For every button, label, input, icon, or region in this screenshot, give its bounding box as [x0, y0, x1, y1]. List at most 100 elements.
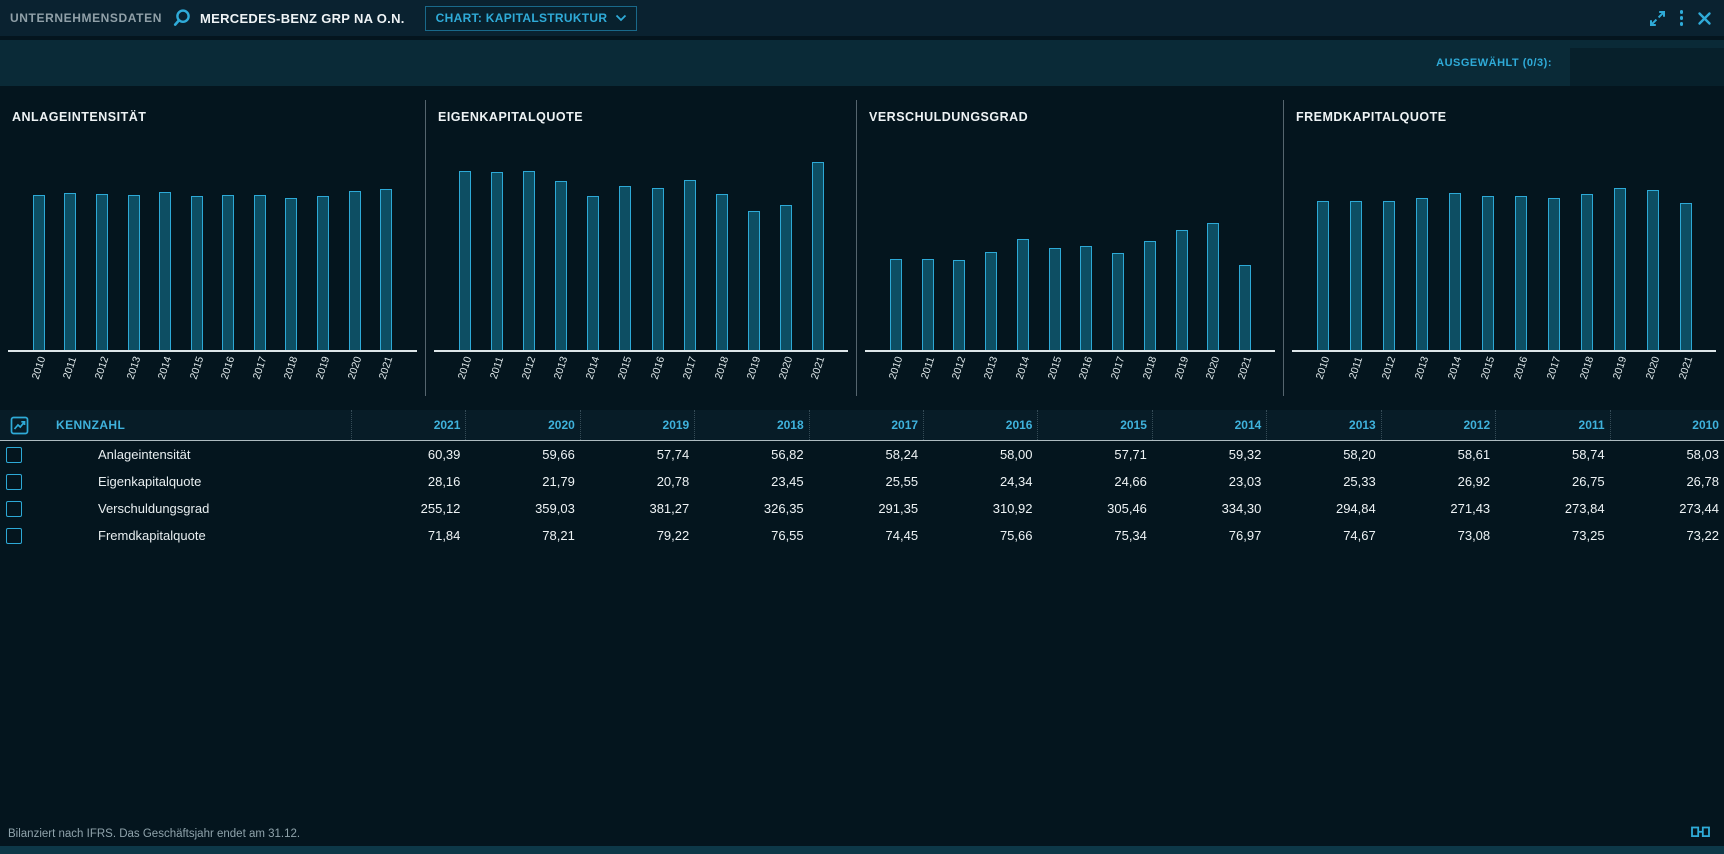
chart-pane-eigenkapitalquote: EIGENKAPITALQUOTE20102011201220132014201… — [425, 100, 856, 396]
x-axis-year-label: 2014 — [1011, 347, 1035, 389]
bar-2021[interactable] — [812, 162, 824, 350]
year-column-header: 2018 — [694, 410, 808, 440]
x-axis-year-label: 2019 — [742, 347, 766, 389]
bar-2021[interactable] — [1680, 203, 1692, 350]
table-row: Anlageintensität60,3959,6657,7456,8258,2… — [0, 441, 1724, 468]
bar-2016[interactable] — [652, 188, 664, 350]
bar-2011[interactable] — [64, 193, 76, 350]
bar-2017[interactable] — [1548, 198, 1560, 350]
year-column-header: 2011 — [1495, 410, 1609, 440]
bar-2013[interactable] — [555, 181, 567, 350]
year-column-header: 2015 — [1037, 410, 1151, 440]
x-axis-year-label: 2014 — [581, 347, 605, 389]
row-checkbox[interactable] — [6, 528, 22, 544]
bar-2010[interactable] — [33, 195, 45, 350]
chart-type-dropdown[interactable]: CHART: KAPITALSTRUKTUR — [425, 6, 638, 31]
bar-2010[interactable] — [890, 259, 902, 350]
bar-2021[interactable] — [380, 189, 392, 350]
x-axis-year-label: 2018 — [710, 347, 734, 389]
bar-2018[interactable] — [716, 194, 728, 350]
bar-2016[interactable] — [222, 195, 234, 350]
bar-2019[interactable] — [1614, 188, 1626, 350]
year-column-header: 2020 — [465, 410, 579, 440]
link-compare-icon[interactable] — [1691, 826, 1710, 838]
bar-2015[interactable] — [1049, 248, 1061, 350]
bar-2014[interactable] — [1449, 193, 1461, 350]
x-axis-year-label: 2010 — [27, 347, 51, 389]
selection-bar: AUSGEWÄHLT (0/3): — [0, 40, 1724, 86]
metric-value-cell: 74,45 — [809, 528, 923, 543]
bar-2016[interactable] — [1080, 246, 1092, 350]
bar-2019[interactable] — [748, 211, 760, 350]
bar-2010[interactable] — [459, 171, 471, 350]
bar-2014[interactable] — [1017, 239, 1029, 350]
x-axis-year-label: 2017 — [1542, 347, 1566, 389]
x-axis-year-label: 2013 — [549, 347, 573, 389]
trend-chart-icon[interactable] — [10, 416, 56, 435]
bar-2012[interactable] — [523, 171, 535, 350]
bar-2014[interactable] — [159, 192, 171, 350]
x-axis-year-label: 2019 — [1170, 347, 1194, 389]
row-checkbox[interactable] — [6, 501, 22, 517]
bar-2015[interactable] — [619, 186, 631, 350]
year-column-header: 2014 — [1152, 410, 1266, 440]
bar-2011[interactable] — [922, 259, 934, 350]
bar-2011[interactable] — [1350, 201, 1362, 350]
chart-pane-fremdkapitalquote: FREMDKAPITALQUOTE20102011201220132014201… — [1283, 100, 1724, 396]
expand-icon[interactable] — [1649, 10, 1666, 27]
metric-value-cell: 20,78 — [580, 474, 694, 489]
bar-2013[interactable] — [985, 252, 997, 350]
close-icon[interactable] — [1697, 11, 1712, 26]
bar-2020[interactable] — [1647, 190, 1659, 350]
row-checkbox[interactable] — [6, 447, 22, 463]
bar-2014[interactable] — [587, 196, 599, 350]
bar-2019[interactable] — [317, 196, 329, 350]
bar-2020[interactable] — [1207, 223, 1219, 350]
chart-title: ANLAGEINTENSITÄT — [12, 110, 146, 124]
bar-2020[interactable] — [780, 205, 792, 350]
x-axis-year-label: 2021 — [374, 347, 398, 389]
bar-2016[interactable] — [1515, 196, 1527, 350]
bar-2012[interactable] — [96, 194, 108, 350]
row-checkbox[interactable] — [6, 474, 22, 490]
search-icon[interactable] — [172, 8, 192, 28]
bar-2018[interactable] — [1581, 194, 1593, 350]
bottom-strip — [0, 846, 1724, 854]
row-checkbox-cell — [0, 474, 56, 490]
x-axis-year-label: 2015 — [1476, 347, 1500, 389]
bar-2017[interactable] — [254, 195, 266, 350]
chart-pane-verschuldungsgrad: VERSCHULDUNGSGRAD20102011201220132014201… — [856, 100, 1283, 396]
x-axis-labels: 2010201120122013201420152016201720182019… — [8, 354, 417, 394]
bar-2012[interactable] — [1383, 201, 1395, 350]
x-axis-year-label: 2012 — [1377, 347, 1401, 389]
bar-2019[interactable] — [1176, 230, 1188, 350]
metric-label: Verschuldungsgrad — [56, 501, 351, 516]
bar-2012[interactable] — [953, 260, 965, 350]
x-axis-year-label: 2011 — [58, 347, 82, 389]
more-options-icon[interactable] — [1680, 10, 1684, 26]
metric-value-cell: 58,61 — [1381, 447, 1495, 462]
metric-value-cell: 73,22 — [1610, 528, 1724, 543]
x-axis-year-label: 2015 — [614, 347, 638, 389]
metric-value-cell: 59,32 — [1152, 447, 1266, 462]
bar-2015[interactable] — [191, 196, 203, 350]
x-axis-year-label: 2020 — [1641, 347, 1665, 389]
bar-2011[interactable] — [491, 172, 503, 350]
year-column-header: 2016 — [923, 410, 1037, 440]
x-axis-year-label: 2011 — [485, 347, 509, 389]
bar-2020[interactable] — [349, 191, 361, 350]
bar-2013[interactable] — [1416, 198, 1428, 350]
charts-row: ANLAGEINTENSITÄT201020112012201320142015… — [0, 100, 1724, 396]
bar-2017[interactable] — [684, 180, 696, 350]
company-name[interactable]: MERCEDES-BENZ GRP NA O.N. — [200, 11, 405, 26]
bar-2021[interactable] — [1239, 265, 1251, 350]
bar-2017[interactable] — [1112, 253, 1124, 350]
metric-value-cell: 23,45 — [694, 474, 808, 489]
bar-2018[interactable] — [1144, 241, 1156, 350]
x-axis-year-label: 2011 — [1344, 347, 1368, 389]
bar-2015[interactable] — [1482, 196, 1494, 350]
bar-2010[interactable] — [1317, 201, 1329, 350]
bar-2018[interactable] — [285, 198, 297, 350]
bar-2013[interactable] — [128, 195, 140, 350]
x-axis-year-label: 2016 — [216, 347, 240, 389]
